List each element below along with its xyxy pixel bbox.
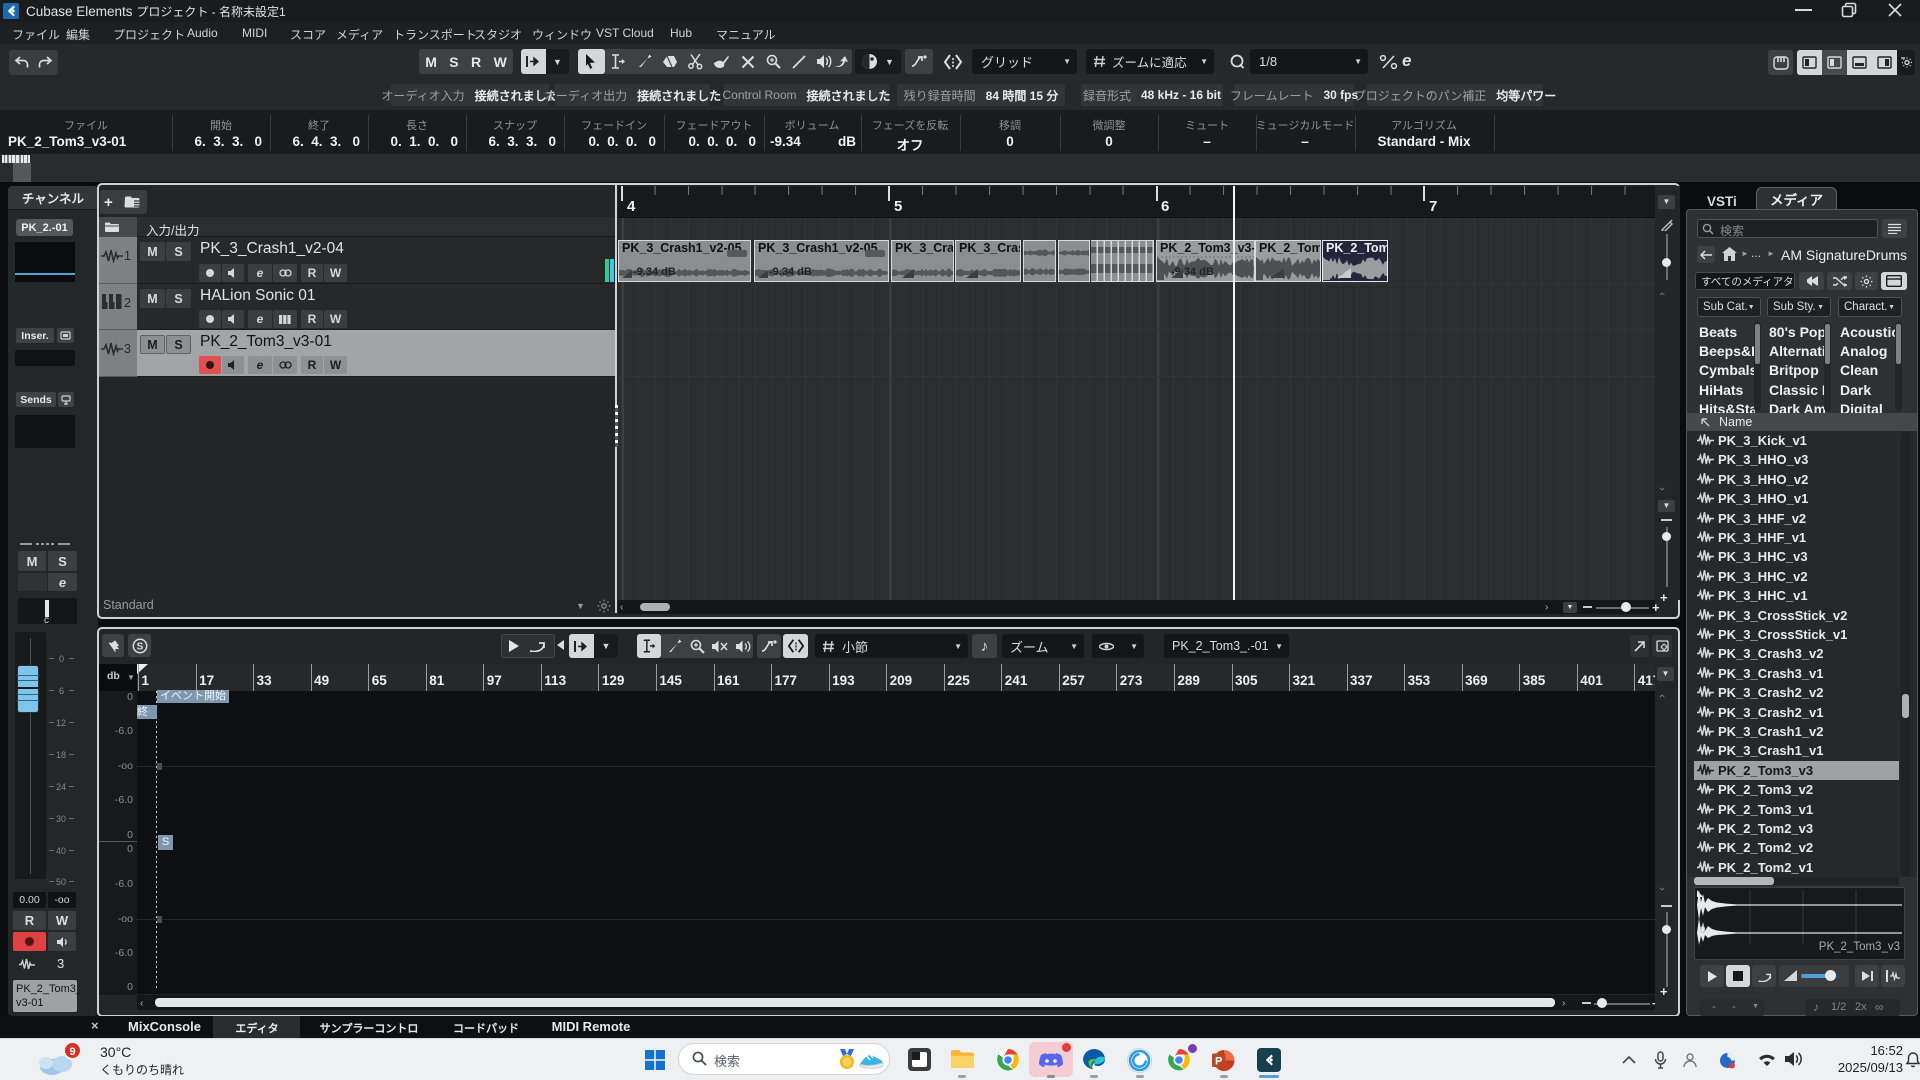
svg-text:P: P (1215, 1055, 1222, 1067)
svg-text:S: S (136, 641, 143, 652)
